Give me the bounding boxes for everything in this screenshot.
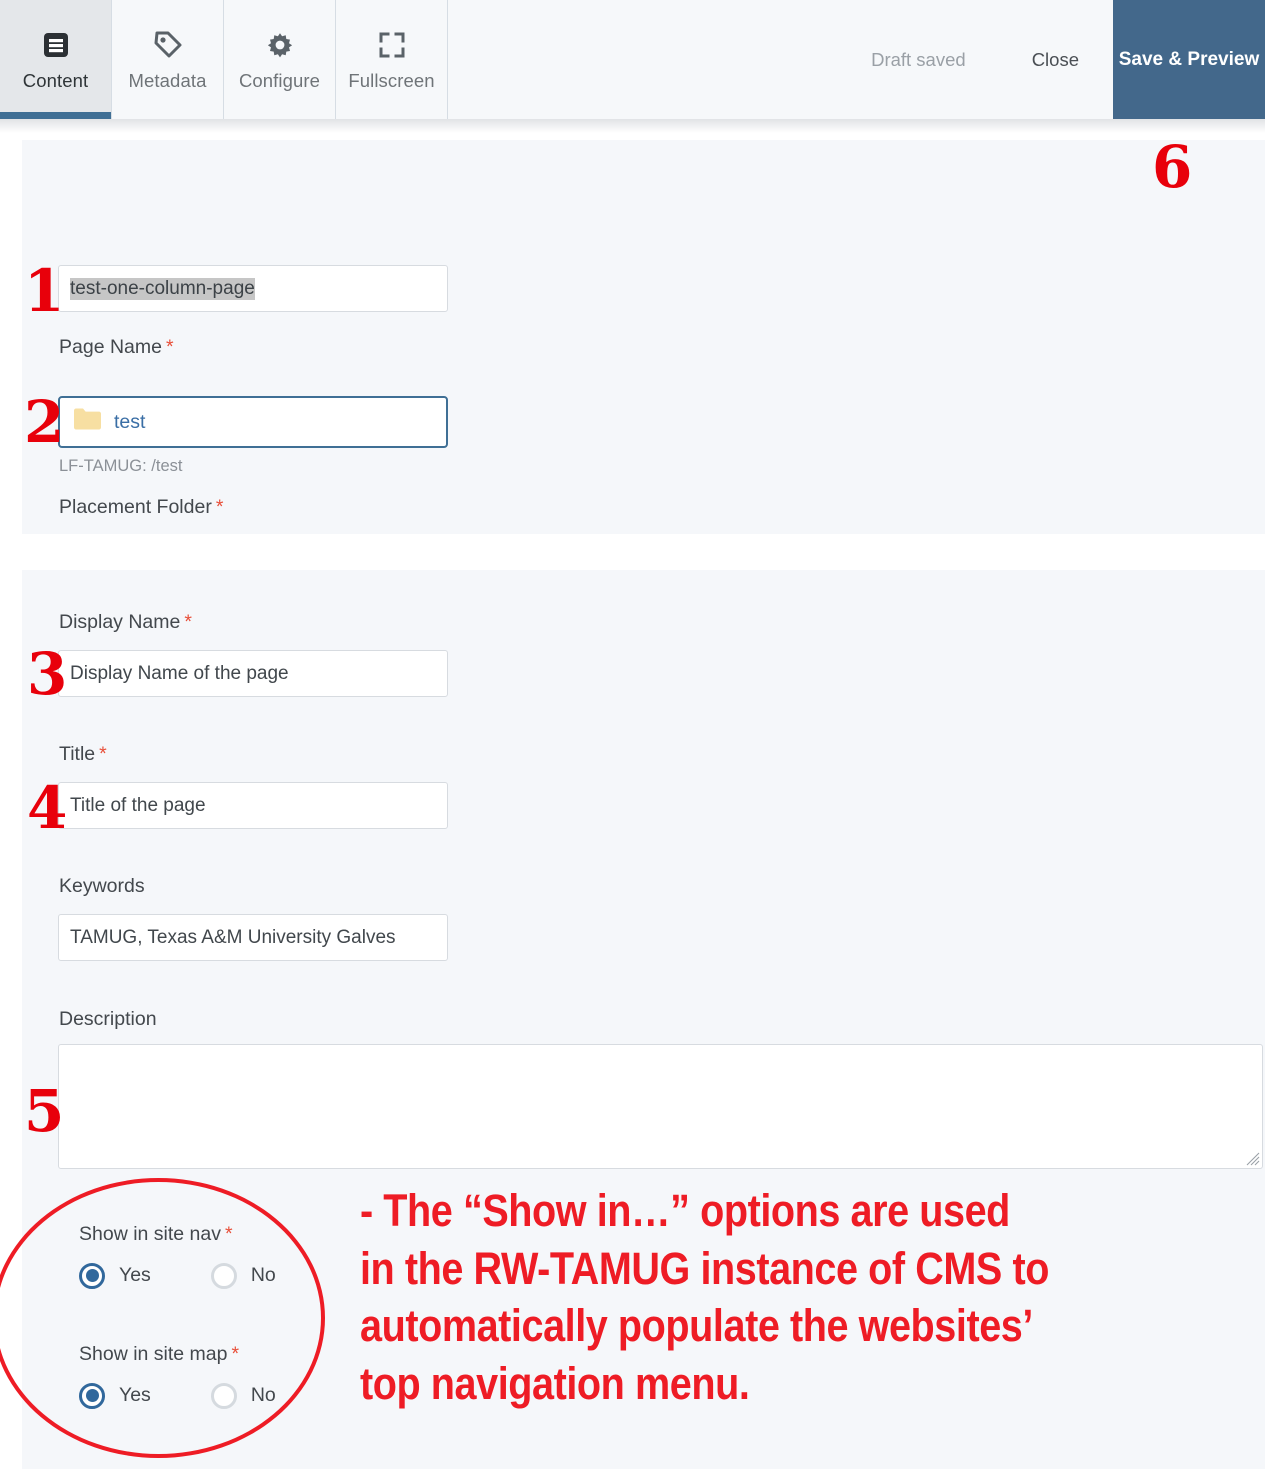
placement-folder-label-text: Placement Folder — [59, 496, 212, 518]
required-asterisk: * — [231, 1343, 240, 1365]
display-name-value: Display Name of the page — [70, 662, 289, 684]
annotation-number-4: 4 — [27, 774, 67, 842]
show-in-site-nav-group: Show in site nav * Yes No — [79, 1223, 276, 1289]
tab-content[interactable]: Content — [0, 0, 112, 119]
tab-content-label: Content — [22, 70, 89, 92]
editor-toolbar: Content Metadata Configure Fullscreen Dr… — [0, 0, 1265, 119]
annotation-number-5: 5 — [24, 1077, 64, 1145]
show-in-site-nav-no[interactable]: No — [210, 1262, 276, 1289]
placement-folder-value: test — [114, 410, 146, 433]
toolbar-shadow — [0, 119, 1265, 133]
annotation-number-3: 3 — [27, 640, 67, 708]
resize-handle-icon[interactable] — [1246, 1152, 1260, 1166]
annotation-number-1: 1 — [24, 257, 64, 325]
keywords-input[interactable]: TAMUG, Texas A&M University Galves — [58, 914, 448, 961]
tab-configure[interactable]: Configure — [224, 0, 336, 119]
tab-metadata[interactable]: Metadata — [112, 0, 224, 119]
required-asterisk: * — [184, 611, 192, 633]
tab-configure-label: Configure — [238, 70, 321, 92]
required-asterisk: * — [99, 743, 107, 765]
required-asterisk: * — [165, 336, 174, 358]
radio-dot-icon — [79, 1262, 105, 1289]
description-label: Description — [59, 1008, 157, 1030]
description-textarea[interactable] — [58, 1044, 1263, 1169]
tab-metadata-label: Metadata — [128, 70, 207, 92]
show-in-site-map-yes[interactable]: Yes — [79, 1382, 151, 1409]
required-asterisk: * — [215, 496, 224, 518]
show-in-site-nav-label-text: Show in site nav — [79, 1223, 221, 1245]
folder-icon — [73, 407, 102, 437]
show-in-site-nav-label: Show in site nav * — [79, 1223, 276, 1245]
show-in-site-map-options: Yes No — [79, 1382, 276, 1409]
page-identity-panel: Page Name * test-one-column-page Placemen… — [22, 140, 1265, 534]
show-in-site-map-yes-label: Yes — [119, 1384, 151, 1406]
title-input[interactable]: Title of the page — [58, 782, 448, 829]
show-in-site-nav-yes[interactable]: Yes — [79, 1262, 151, 1289]
close-button[interactable]: Close — [998, 0, 1113, 119]
required-asterisk: * — [225, 1223, 233, 1245]
keywords-label: Keywords — [59, 875, 145, 897]
radio-dot-icon — [210, 1382, 237, 1409]
placement-folder-label: Placement Folder * — [59, 496, 224, 518]
tab-fullscreen[interactable]: Fullscreen — [336, 0, 448, 119]
toolbar-tabs: Content Metadata Configure Fullscreen — [0, 0, 448, 119]
radio-dot-icon — [79, 1382, 105, 1409]
keywords-value: TAMUG, Texas A&M University Galves — [70, 926, 396, 948]
title-label-text: Title — [59, 743, 96, 765]
title-value: Title of the page — [70, 794, 206, 816]
annotation-callout-text: - The “Show in…” options are used in the… — [360, 1185, 1049, 1409]
show-in-site-nav-yes-label: Yes — [119, 1264, 151, 1286]
display-name-label: Display Name * — [59, 611, 192, 633]
page-name-input[interactable]: test-one-column-page — [58, 265, 448, 312]
show-in-site-map-label-text: Show in site map — [79, 1343, 228, 1365]
placement-folder-hint: LF-TAMUG: /test — [59, 457, 183, 475]
show-in-site-nav-options: Yes No — [79, 1262, 276, 1289]
annotation-number-2: 2 — [24, 388, 64, 456]
show-in-site-nav-no-label: No — [250, 1264, 276, 1286]
show-in-site-map-group: Show in site map * Yes No — [79, 1343, 276, 1409]
show-in-site-map-label: Show in site map * — [79, 1343, 276, 1365]
tag-icon — [152, 28, 184, 62]
page-name-label: Page Name * — [59, 336, 174, 358]
show-in-site-map-no-label: No — [250, 1384, 276, 1406]
save-and-preview-button[interactable]: Save & Preview — [1113, 0, 1265, 119]
page-name-label-text: Page Name — [59, 336, 162, 358]
content-lines-icon — [41, 28, 71, 62]
page-root: Content Metadata Configure Fullscreen Dr… — [0, 0, 1265, 1469]
page-name-value: test-one-column-page — [70, 277, 255, 300]
display-name-label-text: Display Name — [59, 611, 181, 633]
radio-dot-icon — [210, 1262, 237, 1289]
toolbar-actions: Draft saved Close Save & Preview — [871, 0, 1265, 119]
annotation-number-6: 6 — [1152, 133, 1192, 201]
show-in-site-map-no[interactable]: No — [210, 1382, 276, 1409]
gear-icon — [264, 28, 296, 62]
draft-status: Draft saved — [871, 48, 966, 70]
fullscreen-icon — [377, 28, 407, 62]
display-name-input[interactable]: Display Name of the page — [58, 650, 448, 697]
placement-folder-input[interactable]: test — [58, 396, 448, 448]
tab-fullscreen-label: Fullscreen — [348, 70, 435, 92]
title-label: Title * — [59, 743, 107, 765]
